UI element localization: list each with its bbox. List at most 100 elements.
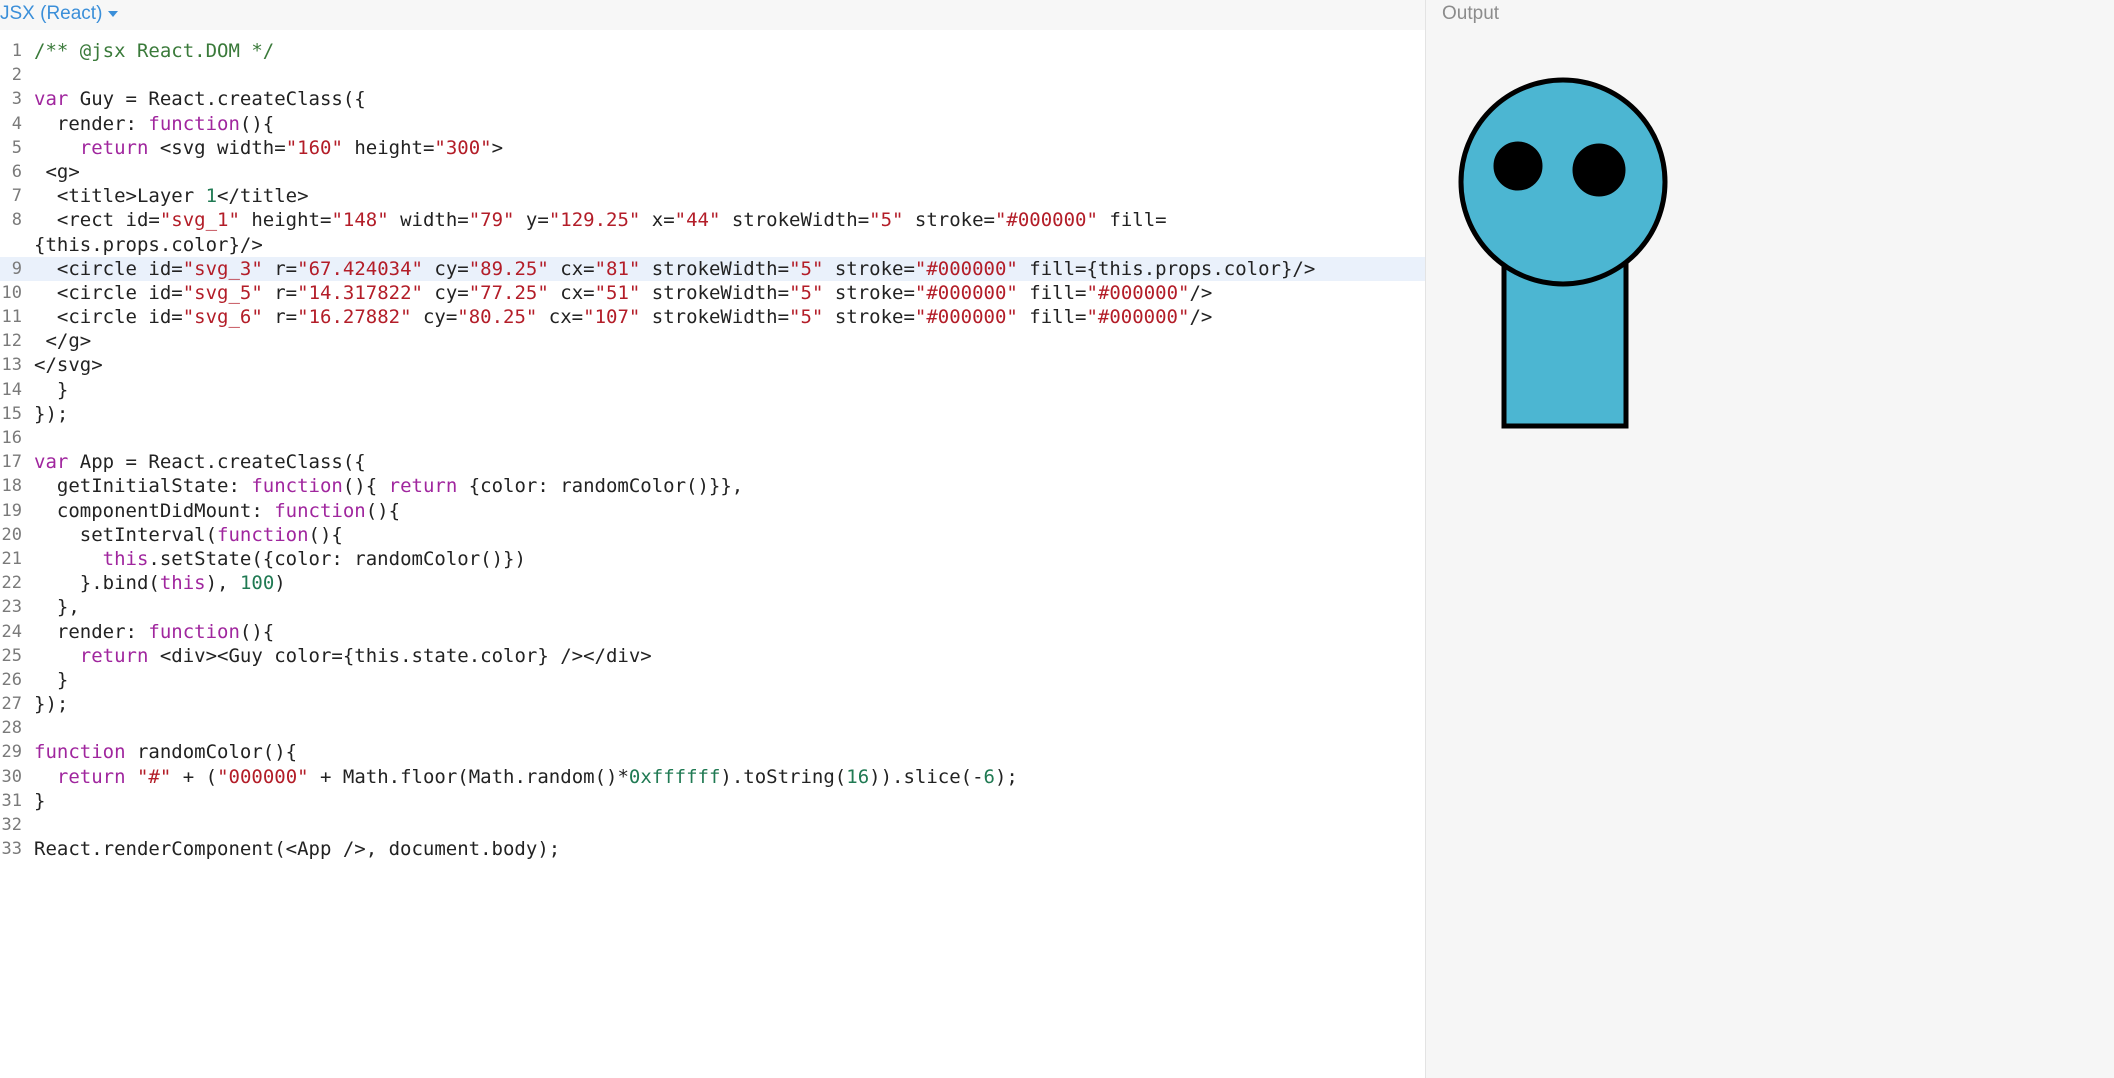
code-token: "#000000" [914, 306, 1018, 329]
line-number: 11 [1, 307, 22, 328]
code-token: "#000000" [914, 257, 1018, 280]
code-line[interactable]: 26 } [0, 668, 1425, 692]
code-line[interactable]: 5 return <svg width="160" height="300"> [0, 136, 1425, 160]
line-text: /** @jsx React.DOM */ [34, 39, 274, 63]
code-line[interactable]: {this.props.color}/> [0, 233, 1425, 257]
code-token: "5" [869, 209, 904, 232]
code-line[interactable]: 25 return <div><Guy color={this.state.co… [0, 644, 1425, 668]
code-token: this [102, 547, 149, 570]
code-token: fill= [1017, 281, 1087, 304]
code-token: "79" [468, 209, 515, 232]
code-line[interactable]: 3 var Guy = React.createClass({ [0, 87, 1425, 111]
code-token: function [34, 741, 126, 764]
code-line[interactable]: 21 this.setState({color: randomColor()}) [0, 547, 1425, 571]
line-number: 9 [11, 258, 22, 279]
code-token: (){ [308, 523, 343, 546]
code-token: var [34, 451, 69, 474]
code-token: "80.25" [457, 306, 538, 329]
code-token: cy= [422, 257, 469, 280]
code-line[interactable]: 20 setInterval(function(){ [0, 523, 1425, 547]
code-token: "svg_6" [182, 306, 263, 329]
line-text: }.bind(this), 100) [34, 571, 286, 595]
code-line[interactable]: 18 getInitialState: function(){ return {… [0, 474, 1425, 498]
code-token: return [388, 475, 458, 498]
line-number: 12 [1, 331, 22, 352]
code-line[interactable]: 10 <circle id="svg_5" r="14.317822" cy="… [0, 281, 1425, 305]
code-token: }.bind( [34, 572, 160, 595]
line-text: <rect id="svg_1" height="148" width="79"… [34, 208, 1167, 232]
code-token: fill={this.props.color}/> [1017, 257, 1316, 280]
code-line[interactable]: 28 [0, 716, 1425, 740]
code-token: <circle id= [34, 306, 183, 329]
code-token: /** @jsx React.DOM */ [34, 40, 275, 62]
line-text: }, [34, 595, 80, 619]
code-token: x= [640, 209, 675, 232]
code-token: (){ [239, 112, 275, 135]
code-line[interactable]: 2 [0, 63, 1425, 87]
code-token: "300" [434, 136, 492, 159]
code-line[interactable]: 29 function randomColor(){ [0, 740, 1425, 764]
line-text: } [34, 789, 45, 813]
code-line[interactable]: 15}); [0, 402, 1425, 426]
code-token: + Math.floor(Math.random()* [308, 765, 629, 788]
code-line[interactable]: 30 return "#" + ("000000" + Math.floor(M… [0, 765, 1425, 789]
code-line[interactable]: 4 render: function(){ [0, 112, 1425, 136]
code-line[interactable]: 32 [0, 813, 1425, 837]
code-line[interactable]: 16 [0, 426, 1425, 450]
code-token: <circle id= [34, 281, 183, 304]
line-number: 30 [1, 766, 22, 787]
line-number: 15 [1, 403, 22, 424]
code-line[interactable]: 13 </svg> [0, 353, 1425, 377]
line-number: 8 [11, 210, 22, 231]
code-token: } [34, 378, 69, 401]
code-editor[interactable]: 1/** @jsx React.DOM */2 3 var Guy = React.… [0, 39, 1425, 861]
code-line[interactable]: 14 } [0, 378, 1425, 402]
code-line[interactable]: 17 var App = React.createClass({ [0, 450, 1425, 474]
line-text: <circle id="svg_3" r="67.424034" cy="89.… [34, 257, 1315, 281]
code-token: stroke= [823, 257, 915, 280]
code-token: "5" [789, 306, 824, 329]
code-token: getInitialState: [34, 475, 252, 498]
code-token: "44" [674, 209, 721, 232]
line-number: 29 [1, 742, 22, 763]
code-line[interactable]: 11 <circle id="svg_6" r="16.27882" cy="8… [0, 305, 1425, 329]
code-token: "#000000" [994, 209, 1098, 232]
code-token: "#000000" [1086, 281, 1190, 304]
code-token: cx= [537, 306, 584, 329]
code-line[interactable]: 24 render: function(){ [0, 620, 1425, 644]
code-token: setInterval( [34, 523, 218, 546]
code-line[interactable]: 6 <g> [0, 160, 1425, 184]
code-token: function [274, 499, 366, 522]
line-number: 18 [1, 476, 22, 497]
code-token: componentDidMount: [34, 499, 275, 522]
code-token: ) [274, 572, 286, 595]
app-root: JSX (React) 1/** @jsx React.DOM */2 3 var … [0, 0, 2114, 1078]
code-token: "129.25" [548, 209, 641, 232]
code-line[interactable]: 31} [0, 789, 1425, 813]
chevron-down-icon [108, 10, 119, 17]
line-text: var Guy = React.createClass({ [34, 87, 366, 111]
code-token: <div><Guy color={this.state.color} /></d… [148, 644, 652, 667]
line-number: 23 [1, 597, 22, 618]
code-line[interactable]: 33 React.renderComponent(<App />, documen… [0, 837, 1425, 861]
line-number: 32 [1, 815, 22, 835]
line-text: <circle id="svg_5" r="14.317822" cy="77.… [34, 281, 1212, 305]
code-line[interactable]: 27}); [0, 692, 1425, 716]
code-line[interactable]: 8 <rect id="svg_1" height="148" width="7… [0, 208, 1425, 232]
code-line[interactable]: 22 }.bind(this), 100) [0, 571, 1425, 595]
code-line[interactable]: 12 </g> [0, 329, 1425, 353]
code-token: strokeWidth= [720, 209, 870, 232]
editor-header: JSX (React) [0, 0, 1425, 30]
code-line[interactable]: 7 <title>Layer 1</title> [0, 184, 1425, 208]
code-line[interactable]: 19 componentDidMount: function(){ [0, 499, 1425, 523]
line-text: <title>Layer 1</title> [34, 184, 309, 208]
line-text: setInterval(function(){ [34, 523, 343, 547]
code-token: "107" [583, 306, 641, 329]
code-line[interactable]: 9 <circle id="svg_3" r="67.424034" cy="8… [0, 256, 1425, 281]
code-token: <g> [34, 160, 80, 183]
language-dropdown[interactable]: JSX (React) [0, 2, 119, 26]
line-number: 10 [1, 282, 22, 303]
code-token: fill= [1097, 209, 1167, 232]
code-line[interactable]: 23 }, [0, 595, 1425, 619]
code-line[interactable]: 1 /** @jsx React.DOM */ [0, 39, 1425, 63]
